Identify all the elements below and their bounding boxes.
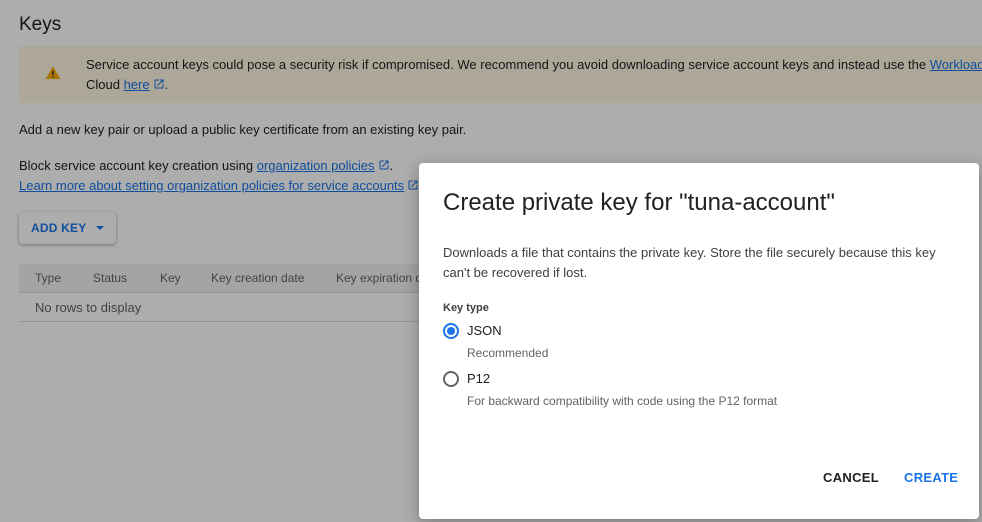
json-radio[interactable] <box>443 323 459 339</box>
p12-option-sublabel: For backward compatibility with code usi… <box>467 394 778 408</box>
json-option-sublabel: Recommended <box>467 346 549 360</box>
p12-option-label[interactable]: P12 <box>467 371 490 386</box>
dialog-title: Create private key for "tuna-account" <box>443 189 835 216</box>
key-type-label: Key type <box>443 302 489 314</box>
create-button[interactable]: CREATE <box>904 470 958 485</box>
dialog-description: Downloads a file that contains the priva… <box>443 245 936 280</box>
create-private-key-dialog: Create private key for "tuna-account" Do… <box>419 163 979 519</box>
p12-radio[interactable] <box>443 371 459 387</box>
cancel-button[interactable]: CANCEL <box>823 470 879 485</box>
json-option-label[interactable]: JSON <box>467 323 502 338</box>
